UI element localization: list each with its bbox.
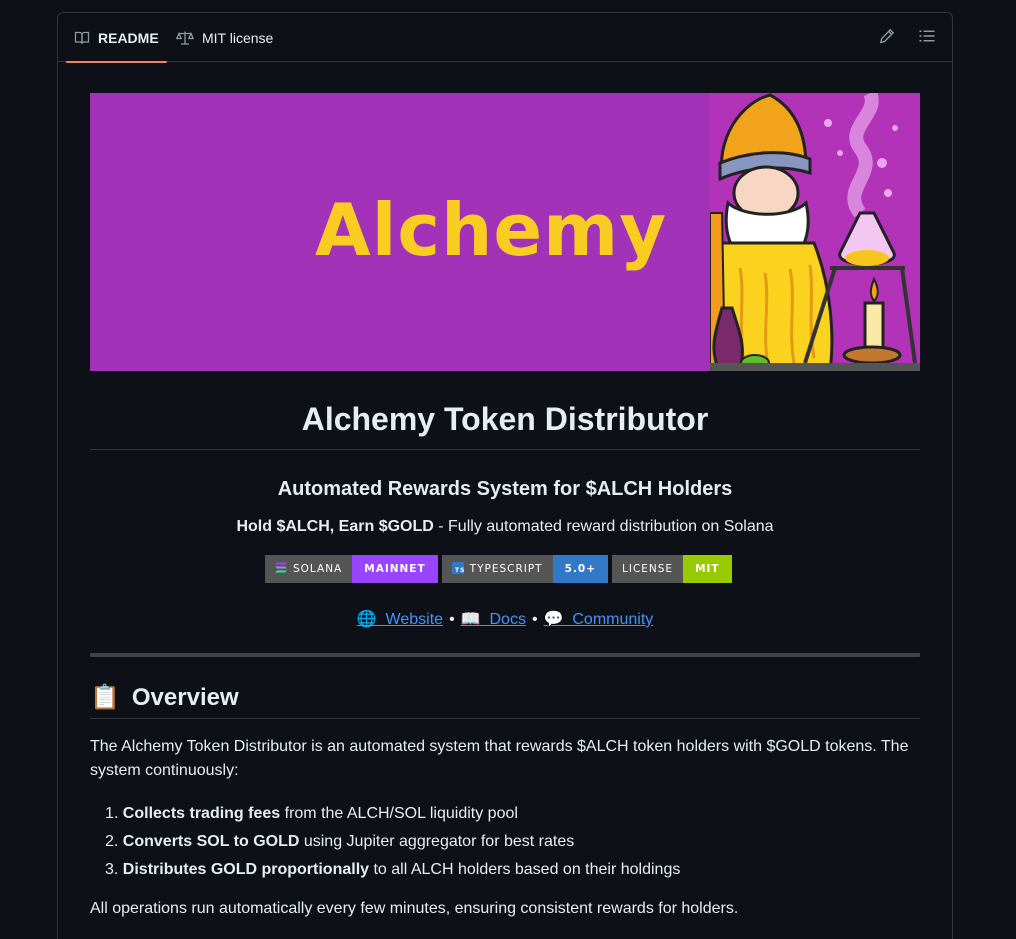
book-icon [74,30,90,46]
readme-panel: README MIT license Alchemy Alchemy Token… [57,12,953,939]
badge-value: MIT [683,555,732,583]
page-title: Alchemy Token Distributor [301,401,709,437]
badge-value: MAINNET [352,555,438,583]
overview-intro: The Alchemy Token Distributor is an auto… [90,738,909,779]
typescript-icon: TS [451,561,464,577]
badge-label: SOLANA [293,563,343,575]
website-link-label: Website [385,611,444,628]
tab-license[interactable]: MIT license [168,13,281,62]
license-badge[interactable]: LICENSE MIT [612,555,732,583]
tab-readme-label: README [98,29,159,46]
steps-list: 1. Collects trading fees from the ALCH/S… [90,800,920,884]
edit-button[interactable] [876,27,898,49]
link-separator: • [449,611,455,628]
badge-label: TYPESCRIPT [469,563,543,575]
tagline-bold: Hold $ALCH, Earn $GOLD [236,518,434,535]
overview-heading: 📋 Overview [90,683,239,712]
clipboard-icon: 📋 [90,684,120,711]
book-emoji-icon: 📖 [460,611,481,628]
community-link[interactable]: 💬 Community [544,611,654,628]
list-item: 1. Collects trading fees from the ALCH/S… [105,805,518,822]
tagline: Hold $ALCH, Earn $GOLD - Fully automated… [90,518,920,536]
speech-bubble-icon: 💬 [543,611,564,628]
docs-link[interactable]: 📖 Docs [461,611,526,628]
website-link[interactable]: 🌐 Website [357,611,443,628]
list-item: 2. Converts SOL to GOLD using Jupiter ag… [105,833,575,850]
pencil-icon [879,28,895,49]
badge-row: SOLANA MAINNET TS TYPESCRIPT 5.0+ LICENS… [265,555,732,583]
title-divider [90,449,920,450]
tab-bar: README MIT license [58,13,952,63]
link-separator: • [531,611,538,628]
list-item: 3. Distributes GOLD proportionally to al… [105,861,681,878]
scale-icon [176,30,194,46]
link-row: 🌐 Website • 📖 Docs • 💬 Community [90,609,920,629]
globe-icon: 🌐 [356,611,377,628]
overview-title: Overview [131,683,239,711]
overview-outro: All operations run automatically every f… [90,900,739,917]
section-divider [90,653,920,657]
badge-label: LICENSE [622,563,674,575]
overview-divider [90,718,920,719]
wizard-illustration [710,93,920,371]
tagline-rest: - Fully automated reward distribution on… [433,518,774,535]
solana-badge[interactable]: SOLANA MAINNET [265,555,438,583]
community-link-label: Community [572,611,654,628]
solana-icon [275,562,287,576]
subtitle: Automated Rewards System for $ALCH Holde… [277,478,733,500]
alchemy-banner-image: Alchemy [90,93,920,371]
outline-button[interactable] [916,27,938,49]
svg-text:TS: TS [455,567,464,574]
badge-value: 5.0+ [552,555,608,583]
docs-link-label: Docs [489,611,526,628]
tab-readme[interactable]: README [66,13,167,63]
tab-license-label: MIT license [202,29,274,46]
typescript-badge[interactable]: TS TYPESCRIPT 5.0+ [441,555,608,583]
banner-title: Alchemy [315,188,668,272]
list-icon [919,28,935,49]
